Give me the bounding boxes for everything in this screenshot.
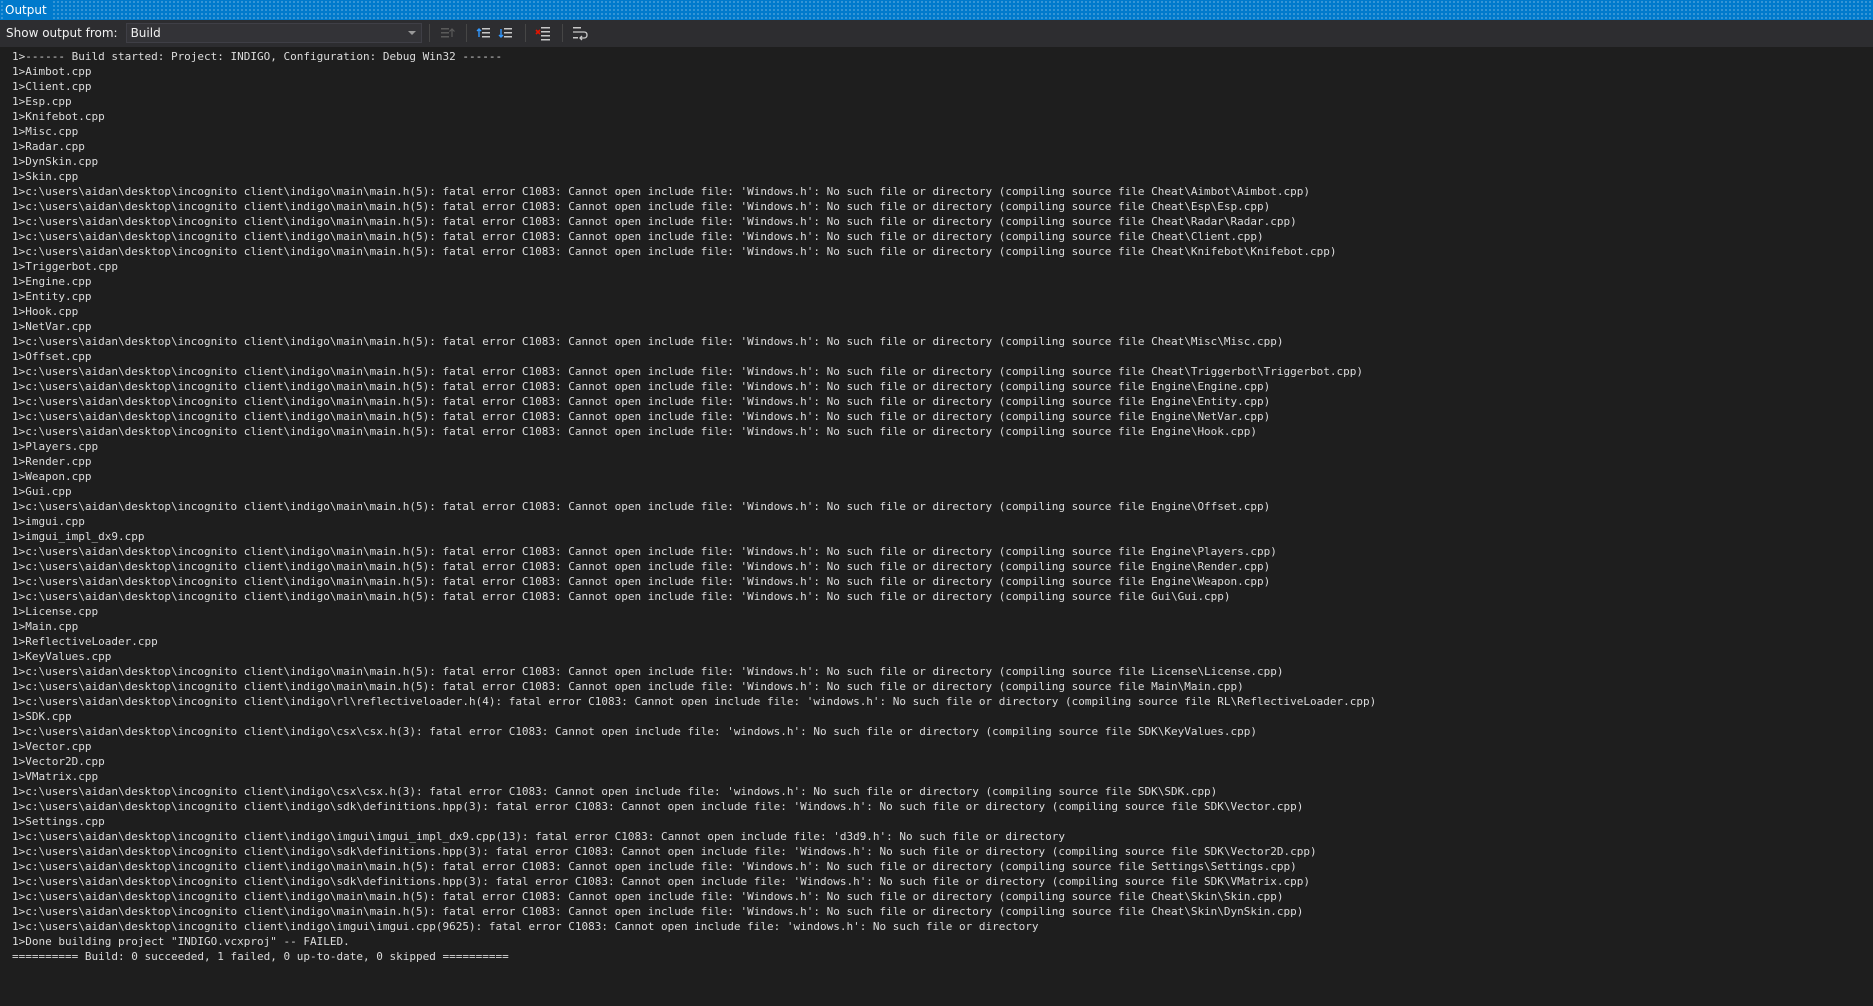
- output-line: 1>Players.cpp: [12, 440, 99, 453]
- output-line: 1>c:\users\aidan\desktop\incognito clien…: [12, 365, 1364, 378]
- output-line: 1>KeyValues.cpp: [12, 650, 112, 663]
- toggle-word-wrap-icon: [572, 27, 588, 41]
- output-line: 1>imgui.cpp: [12, 515, 85, 528]
- toggle-word-wrap-button[interactable]: [570, 23, 590, 43]
- chevron-down-icon: [407, 31, 416, 35]
- output-line: 1>c:\users\aidan\desktop\incognito clien…: [12, 860, 1297, 873]
- output-line: 1>c:\users\aidan\desktop\incognito clien…: [12, 575, 1271, 588]
- output-line: 1>Entity.cpp: [12, 290, 92, 303]
- output-line: 1>Hook.cpp: [12, 305, 79, 318]
- output-line: 1>------ Build started: Project: INDIGO,…: [12, 50, 503, 63]
- output-source-value: Build: [130, 26, 161, 40]
- output-line: 1>Offset.cpp: [12, 350, 92, 363]
- toolbar-separator: [524, 24, 526, 42]
- output-line: 1>c:\users\aidan\desktop\incognito clien…: [12, 245, 1337, 258]
- output-line: 1>c:\users\aidan\desktop\incognito clien…: [12, 845, 1317, 858]
- output-title-bar[interactable]: Output: [0, 0, 1873, 20]
- output-line: 1>c:\users\aidan\desktop\incognito clien…: [12, 890, 1284, 903]
- clear-all-icon: [534, 27, 550, 41]
- output-line: 1>c:\users\aidan\desktop\incognito clien…: [12, 590, 1231, 603]
- output-line: 1>Triggerbot.cpp: [12, 260, 118, 273]
- output-line: 1>ReflectiveLoader.cpp: [12, 635, 158, 648]
- output-line: 1>Vector.cpp: [12, 740, 92, 753]
- show-output-from-label: Show output from:: [6, 26, 118, 40]
- output-line: 1>c:\users\aidan\desktop\incognito clien…: [12, 200, 1271, 213]
- output-line: 1>Weapon.cpp: [12, 470, 92, 483]
- output-line: 1>Knifebot.cpp: [12, 110, 105, 123]
- output-line: 1>c:\users\aidan\desktop\incognito clien…: [12, 380, 1271, 393]
- output-line: 1>c:\users\aidan\desktop\incognito clien…: [12, 395, 1271, 408]
- output-line: 1>NetVar.cpp: [12, 320, 92, 333]
- output-line: 1>c:\users\aidan\desktop\incognito clien…: [12, 545, 1277, 558]
- toolbar-separator: [465, 24, 467, 42]
- output-line: 1>c:\users\aidan\desktop\incognito clien…: [12, 500, 1271, 513]
- output-line: 1>VMatrix.cpp: [12, 770, 99, 783]
- output-line: 1>c:\users\aidan\desktop\incognito clien…: [12, 560, 1271, 573]
- output-line: 1>Aimbot.cpp: [12, 65, 92, 78]
- clear-all-button[interactable]: [533, 23, 553, 43]
- output-line: 1>c:\users\aidan\desktop\incognito clien…: [12, 215, 1297, 228]
- output-line: 1>imgui_impl_dx9.cpp: [12, 530, 145, 543]
- output-line: 1>Done building project "INDIGO.vcxproj"…: [12, 935, 350, 948]
- go-to-previous-message-button[interactable]: [437, 23, 457, 43]
- output-line: 1>Vector2D.cpp: [12, 755, 105, 768]
- find-next-message-button[interactable]: [496, 23, 516, 43]
- output-line: 1>DynSkin.cpp: [12, 155, 99, 168]
- output-line: 1>Settings.cpp: [12, 815, 105, 828]
- toolbar-separator: [561, 24, 563, 42]
- output-title: Output: [5, 0, 53, 20]
- output-line: ========== Build: 0 succeeded, 1 failed,…: [12, 950, 509, 963]
- go-to-previous-message-icon: [440, 28, 455, 38]
- output-line: 1>c:\users\aidan\desktop\incognito clien…: [12, 905, 1304, 918]
- output-line: 1>c:\users\aidan\desktop\incognito clien…: [12, 185, 1311, 198]
- output-line: 1>Skin.cpp: [12, 170, 79, 183]
- output-line: 1>Engine.cpp: [12, 275, 92, 288]
- output-line: 1>Render.cpp: [12, 455, 92, 468]
- output-window: Output Show output from: Build 1>------ …: [0, 0, 1873, 1006]
- find-next-message-icon: [498, 28, 512, 38]
- output-line: 1>Misc.cpp: [12, 125, 79, 138]
- output-line: 1>c:\users\aidan\desktop\incognito clien…: [12, 230, 1264, 243]
- output-line: 1>c:\users\aidan\desktop\incognito clien…: [12, 725, 1258, 738]
- output-line: 1>c:\users\aidan\desktop\incognito clien…: [12, 800, 1304, 813]
- output-line: 1>c:\users\aidan\desktop\incognito clien…: [12, 830, 1065, 843]
- output-toolbar: Show output from: Build: [0, 20, 1873, 47]
- output-line: 1>c:\users\aidan\desktop\incognito clien…: [12, 335, 1284, 348]
- output-line: 1>c:\users\aidan\desktop\incognito clien…: [12, 875, 1311, 888]
- output-text-area[interactable]: 1>------ Build started: Project: INDIGO,…: [0, 48, 1873, 1006]
- output-line: 1>License.cpp: [12, 605, 99, 618]
- output-line: 1>c:\users\aidan\desktop\incognito clien…: [12, 785, 1218, 798]
- output-line: 1>SDK.cpp: [12, 710, 72, 723]
- find-previous-message-icon: [476, 28, 490, 38]
- output-line: 1>c:\users\aidan\desktop\incognito clien…: [12, 920, 1039, 933]
- output-line: 1>Esp.cpp: [12, 95, 72, 108]
- output-line: 1>Radar.cpp: [12, 140, 85, 153]
- output-line: 1>c:\users\aidan\desktop\incognito clien…: [12, 680, 1244, 693]
- output-line: 1>Client.cpp: [12, 80, 92, 93]
- output-line: 1>c:\users\aidan\desktop\incognito clien…: [12, 410, 1271, 423]
- output-line: 1>c:\users\aidan\desktop\incognito clien…: [12, 695, 1377, 708]
- output-line: 1>Main.cpp: [12, 620, 79, 633]
- output-line: 1>Gui.cpp: [12, 485, 72, 498]
- find-previous-message-button[interactable]: [474, 23, 494, 43]
- toolbar-separator: [428, 24, 430, 42]
- output-line: 1>c:\users\aidan\desktop\incognito clien…: [12, 665, 1284, 678]
- output-source-dropdown[interactable]: Build: [125, 23, 422, 43]
- output-line: 1>c:\users\aidan\desktop\incognito clien…: [12, 425, 1258, 438]
